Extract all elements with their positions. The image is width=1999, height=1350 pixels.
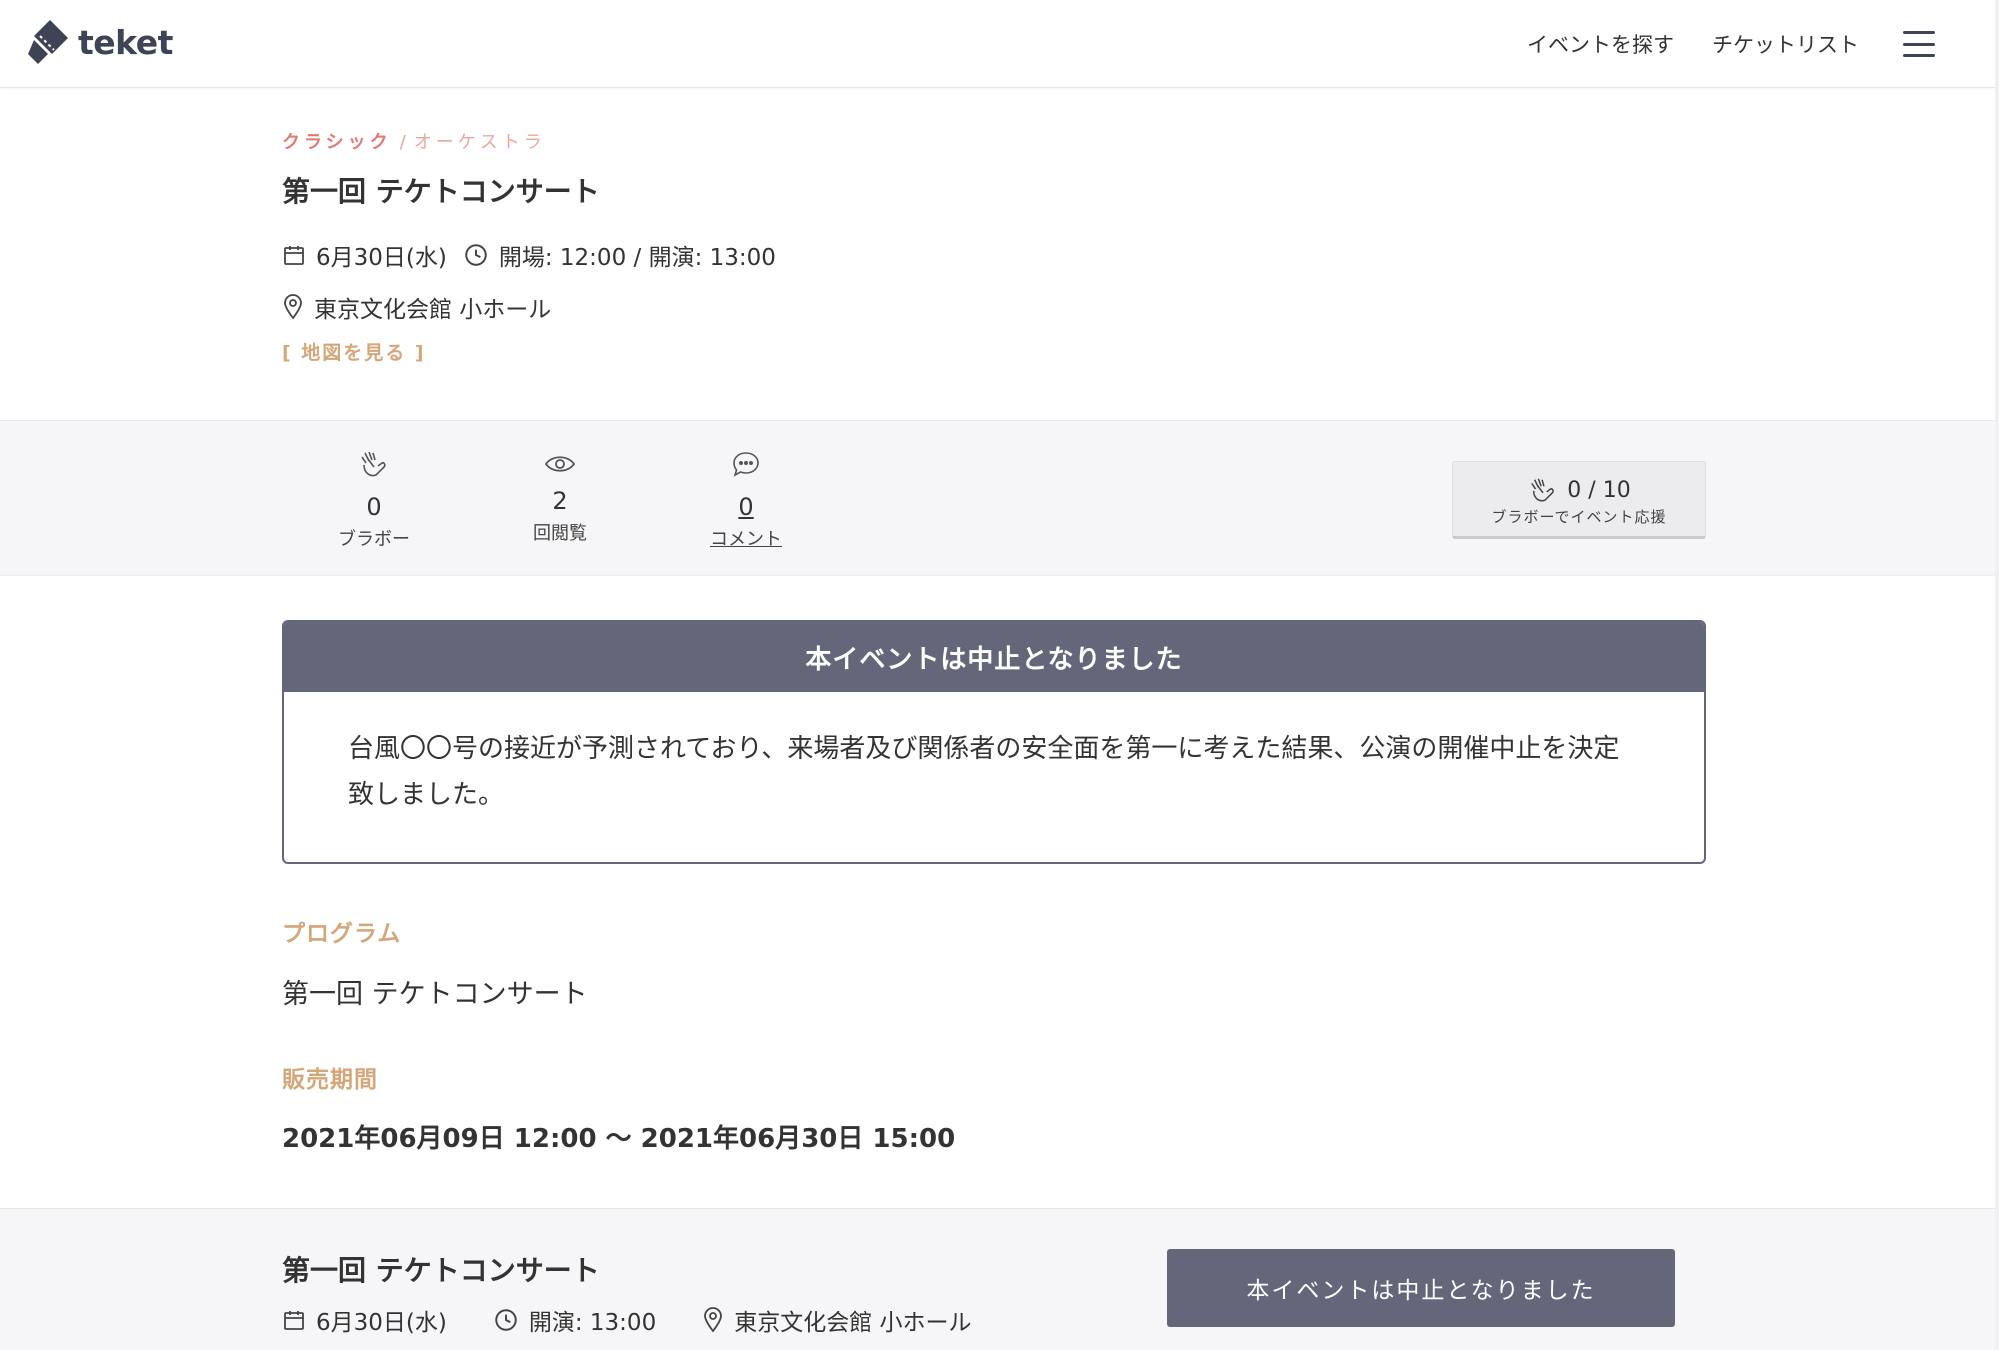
views-count: 2: [552, 487, 568, 515]
sales-period-title: 販売期間: [282, 1067, 378, 1093]
sales-period-section: 販売期間 2021年06月09日 12:00 〜 2021年06月30日 15:…: [282, 1060, 1682, 1155]
program-section: プログラム 第一回 テケトコンサート: [282, 914, 1682, 1011]
clock-icon: [495, 1309, 517, 1331]
event-title: 第一回 テケトコンサート: [282, 175, 600, 208]
comments-stat[interactable]: 0 コメント: [686, 449, 806, 551]
footer-meta: 6月30日(水) 開演: 13:00 東京文化会館 小ホール: [282, 1303, 1018, 1337]
event-summary: クラシック / オーケストラ 第一回 テケトコンサート 6月30日(水) 開場: 1…: [282, 128, 1682, 365]
teket-logo-icon: [28, 20, 68, 64]
support-label: ブラボーでイベント応援: [1491, 508, 1667, 526]
footer-venue-text: 東京文化会館 小ホール: [734, 1310, 972, 1336]
support-progress: 0 / 10: [1567, 477, 1631, 503]
notice-title: 本イベントは中止となりました: [284, 622, 1704, 692]
category-orchestra-link[interactable]: オーケストラ: [414, 132, 546, 153]
category-breadcrumb: クラシック / オーケストラ: [282, 128, 1682, 154]
event-venue: 東京文化会館 小ホール: [282, 290, 551, 324]
view-map-link[interactable]: [ 地図を見る ]: [282, 338, 426, 365]
logo-link[interactable]: teket: [26, 18, 173, 66]
notice-body: 台風〇〇号の接近が予測されており、来場者及び関係者の安全面を第一に考えた結果、公…: [348, 734, 1620, 810]
footer-date-text: 6月30日(水): [316, 1310, 447, 1336]
logo-text: teket: [78, 22, 173, 62]
category-separator: /: [399, 132, 406, 153]
clock-icon: [465, 244, 487, 266]
comments-count[interactable]: 0: [686, 493, 806, 521]
views-label: 回閲覧: [533, 523, 587, 544]
bravo-support-button[interactable]: 0 / 10 ブラボーでイベント応援: [1452, 461, 1706, 539]
cancellation-notice: 本イベントは中止となりました 台風〇〇号の接近が予測されており、来場者及び関係者…: [282, 620, 1706, 864]
calendar-icon: [284, 1311, 304, 1330]
location-pin-icon: [284, 294, 302, 320]
footer-cancelled-button[interactable]: 本イベントは中止となりました: [1167, 1249, 1675, 1327]
scrollbar-track[interactable]: [1995, 0, 1999, 1350]
program-title: プログラム: [282, 921, 402, 947]
bravo-count: 0: [366, 493, 382, 521]
event-date: 6月30日(水): [282, 238, 447, 272]
location-pin-icon: [704, 1307, 723, 1333]
menu-icon[interactable]: [1903, 31, 1935, 57]
bravo-stat: 0 ブラボー: [314, 449, 434, 551]
nav-ticket-list[interactable]: チケットリスト: [1712, 29, 1859, 59]
header-nav: イベントを探す チケットリスト: [1527, 0, 1935, 88]
event-date-text: 6月30日(水): [316, 245, 447, 271]
nav-find-events[interactable]: イベントを探す: [1527, 29, 1674, 59]
stats-band: 0 ブラボー 2 回閲覧 0 コメント 0 / 10 ブラボーでイベント応援: [0, 420, 1995, 576]
calendar-icon: [284, 246, 304, 265]
event-time: 開場: 12:00 / 開演: 13:00: [463, 238, 776, 272]
eye-icon: [544, 456, 576, 472]
footer-event-title: 第一回 テケトコンサート: [282, 1254, 600, 1287]
event-venue-row: 東京文化会館 小ホール: [282, 290, 1682, 324]
clapping-hands-icon: [1531, 478, 1555, 502]
speech-bubble-icon: [733, 452, 759, 477]
footer-venue: 東京文化会館 小ホール: [702, 1303, 972, 1337]
event-datetime-row: 6月30日(水) 開場: 12:00 / 開演: 13:00: [282, 238, 1682, 272]
site-header: teket イベントを探す チケットリスト: [0, 0, 1995, 88]
sticky-footer: 第一回 テケトコンサート 6月30日(水) 開演: 13:00 東京文化会館 小…: [0, 1208, 1995, 1350]
event-venue-text: 東京文化会館 小ホール: [314, 297, 552, 323]
clapping-hands-icon: [361, 451, 386, 477]
program-text: 第一回 テケトコンサート: [282, 979, 588, 1010]
category-classic-link[interactable]: クラシック: [282, 132, 392, 153]
footer-time: 開演: 13:00: [493, 1303, 656, 1337]
footer-date: 6月30日(水): [282, 1303, 447, 1337]
sales-period-text: 2021年06月09日 12:00 〜 2021年06月30日 15:00: [282, 1124, 956, 1154]
footer-time-text: 開演: 13:00: [528, 1310, 657, 1336]
comments-label[interactable]: コメント: [686, 525, 806, 551]
bravo-label: ブラボー: [338, 529, 410, 550]
event-page: teket イベントを探す チケットリスト クラシック / オーケストラ 第一回 テ…: [0, 0, 1995, 1350]
views-stat: 2 回閲覧: [500, 449, 620, 545]
event-time-text: 開場: 12:00 / 開演: 13:00: [498, 245, 776, 271]
